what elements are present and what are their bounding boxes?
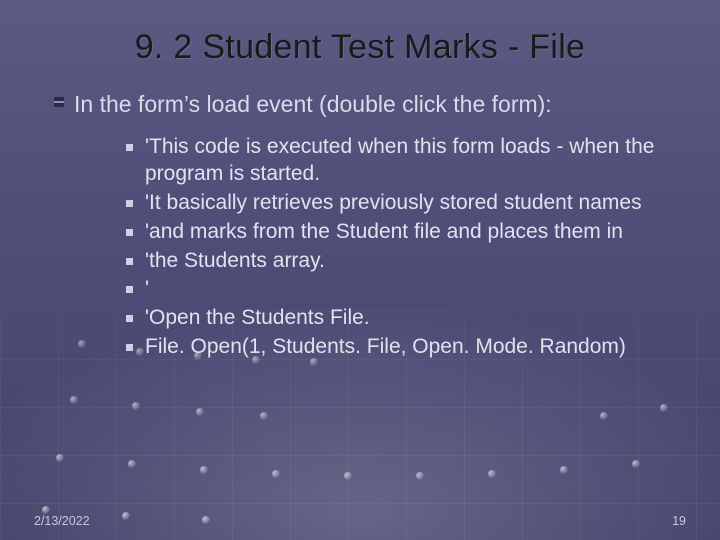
list-item: 'Open the Students File. xyxy=(126,305,680,332)
list-item-text: 'and marks from the Student file and pla… xyxy=(145,219,623,246)
level1-text: In the form’s load event (double click t… xyxy=(74,89,552,120)
slide-footer: 2/13/2022 19 xyxy=(0,514,720,528)
small-square-icon xyxy=(126,229,133,236)
small-square-icon xyxy=(126,200,133,207)
square-bullet-icon xyxy=(54,97,64,107)
list-item-text: 'Open the Students File. xyxy=(145,305,370,332)
small-square-icon xyxy=(126,144,133,151)
footer-date: 2/13/2022 xyxy=(34,514,90,528)
small-square-icon xyxy=(126,344,133,351)
slide-title: 9. 2 Student Test Marks - File xyxy=(40,28,680,67)
small-square-icon xyxy=(126,315,133,322)
small-square-icon xyxy=(126,258,133,265)
sub-bullet-list: 'This code is executed when this form lo… xyxy=(126,134,680,361)
list-item-text: 'It basically retrieves previously store… xyxy=(145,190,642,217)
list-item: File. Open(1, Students. File, Open. Mode… xyxy=(126,334,680,361)
list-item: 'It basically retrieves previously store… xyxy=(126,190,680,217)
list-item-text: ' xyxy=(145,276,149,303)
list-item: 'and marks from the Student file and pla… xyxy=(126,219,680,246)
slide: 9. 2 Student Test Marks - File In the fo… xyxy=(0,0,720,540)
footer-page-number: 19 xyxy=(672,514,686,528)
small-square-icon xyxy=(126,286,133,293)
list-item: 'This code is executed when this form lo… xyxy=(126,134,680,188)
list-item-text: 'the Students array. xyxy=(145,248,325,275)
list-item: 'the Students array. xyxy=(126,248,680,275)
list-item-text: 'This code is executed when this form lo… xyxy=(145,134,680,188)
list-item-text: File. Open(1, Students. File, Open. Mode… xyxy=(145,334,626,361)
bullet-level1: In the form’s load event (double click t… xyxy=(54,89,680,120)
list-item: ' xyxy=(126,276,680,303)
